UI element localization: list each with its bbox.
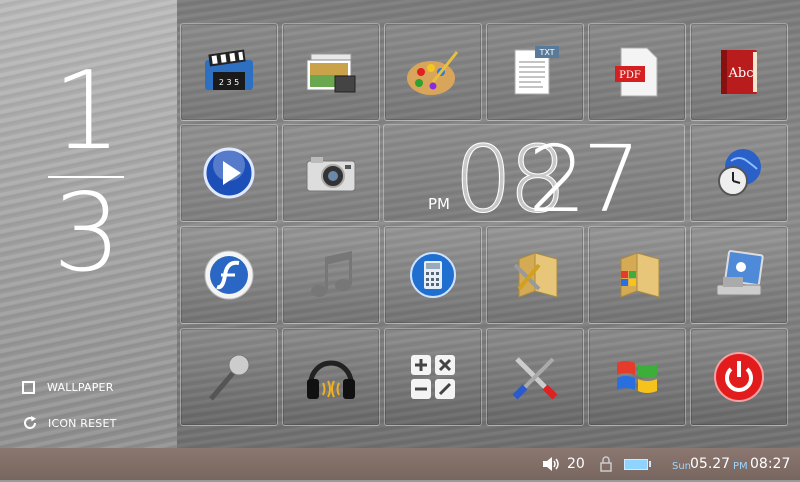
calculator-tile[interactable] <box>384 226 482 324</box>
tools-folder-icon <box>513 252 558 298</box>
text-document-tile[interactable]: TXT <box>486 23 584 121</box>
video-folder-icon: 2 3 5 <box>205 49 253 90</box>
svg-text:PDF: PDF <box>619 70 641 81</box>
world-clock-tile[interactable] <box>690 124 788 222</box>
pdf-document-icon: PDF <box>615 47 658 97</box>
reset-icon <box>24 416 37 429</box>
battery-icon <box>624 448 651 480</box>
headphones-icon <box>307 360 355 399</box>
camera-tile[interactable] <box>282 124 380 222</box>
music-tile[interactable] <box>282 226 380 324</box>
status-date: 05.27 <box>690 456 731 472</box>
lock-icon[interactable] <box>599 448 613 480</box>
current-page-number: 1 <box>52 49 122 174</box>
music-note-icon <box>311 251 352 297</box>
volume-level: 20 <box>567 456 585 472</box>
dictionary-book-icon: Abc <box>721 50 757 94</box>
calculator-keypad-icon <box>411 355 455 399</box>
calculator-icon <box>410 252 456 298</box>
total-pages-number: 3 <box>52 171 122 296</box>
dictionary-tile[interactable]: Abc <box>690 23 788 121</box>
media-player-icon <box>203 147 255 199</box>
paint-palette-icon <box>407 51 459 95</box>
microphone-icon <box>209 354 250 401</box>
volume-icon[interactable] <box>541 448 561 480</box>
windows-logo-icon <box>617 361 657 393</box>
microphone-tile[interactable] <box>180 328 278 426</box>
svg-text:2 3 5: 2 3 5 <box>219 78 239 87</box>
settings-tools-tile[interactable] <box>486 328 584 426</box>
status-day: Sun <box>672 460 692 472</box>
status-bar: 20 Sun 05.27 PM 08:27 <box>0 448 800 480</box>
video-folder-tile[interactable]: 2 3 5 <box>180 23 278 121</box>
icon-reset-label: ICON RESET <box>48 416 117 430</box>
settings-tools-icon <box>512 357 558 400</box>
windows-folder-tile[interactable] <box>588 226 686 324</box>
world-clock-icon <box>718 149 761 196</box>
icon-reset-option[interactable]: ICON RESET <box>22 415 117 431</box>
wallpaper-label: WALLPAPER <box>47 381 114 394</box>
pdf-document-tile[interactable]: PDF <box>588 23 686 121</box>
display-settings-icon <box>716 250 764 296</box>
svg-text:Abc: Abc <box>728 66 754 81</box>
flash-player-icon <box>204 250 254 300</box>
headphones-tile[interactable] <box>282 328 380 426</box>
clock-ampm: PM <box>428 195 450 213</box>
wallpaper-panel: 1 3 WALLPAPER ICON RESET <box>0 0 177 448</box>
photo-gallery-icon <box>306 53 356 93</box>
svg-text:TXT: TXT <box>538 48 554 57</box>
wallpaper-option[interactable]: WALLPAPER <box>22 381 114 394</box>
calculator-keypad-tile[interactable] <box>384 328 482 426</box>
paint-palette-tile[interactable] <box>384 23 482 121</box>
app-grid: 2 3 5 TXT PDF Abc PM 08 27 <box>177 0 800 448</box>
status-ampm: PM <box>733 460 748 472</box>
wallpaper-checkbox[interactable] <box>22 381 35 394</box>
flash-player-tile[interactable] <box>180 226 278 324</box>
camera-icon <box>306 157 356 192</box>
power-tile[interactable] <box>690 328 788 426</box>
status-time: 08:27 <box>750 456 791 472</box>
windows-folder-icon <box>620 252 660 298</box>
photo-gallery-tile[interactable] <box>282 23 380 121</box>
tools-folder-tile[interactable] <box>486 226 584 324</box>
text-document-icon: TXT <box>514 46 559 95</box>
clock-widget[interactable]: PM 08 27 <box>383 124 685 234</box>
clock-minutes: 27 <box>528 126 641 233</box>
windows-logo-tile[interactable] <box>588 328 686 426</box>
display-settings-tile[interactable] <box>690 226 788 324</box>
media-player-tile[interactable] <box>180 124 278 222</box>
power-button-icon <box>714 352 764 402</box>
